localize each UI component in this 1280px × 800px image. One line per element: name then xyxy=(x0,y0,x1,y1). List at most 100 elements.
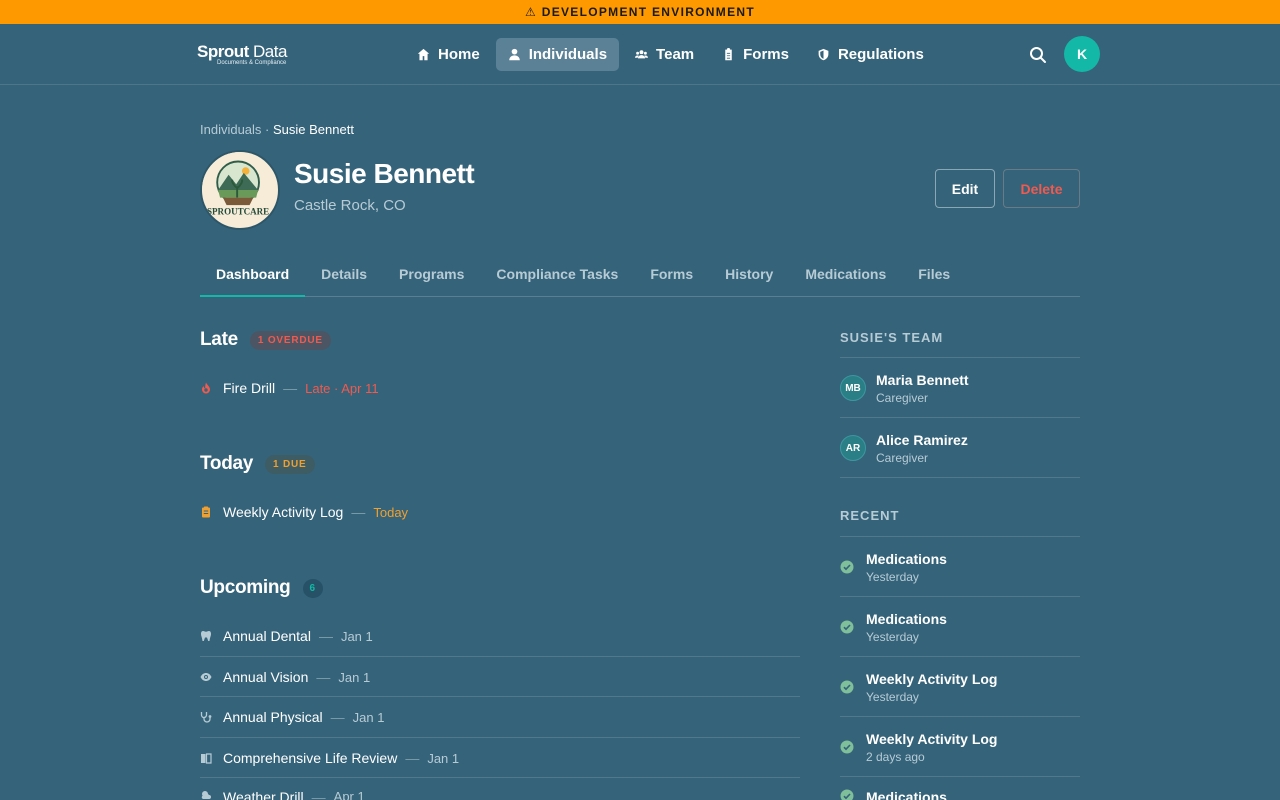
side-divider xyxy=(840,477,1080,478)
eye-icon xyxy=(200,671,212,683)
nav-item-label: Home xyxy=(438,46,480,63)
task-due: Apr 1 xyxy=(333,789,365,800)
recent-item[interactable]: Weekly Activity Log 2 days ago xyxy=(840,717,1080,777)
tab-compliance-tasks[interactable]: Compliance Tasks xyxy=(480,254,634,297)
tab-programs[interactable]: Programs xyxy=(383,254,480,297)
search-icon[interactable] xyxy=(1028,45,1048,65)
member-name: Maria Bennett xyxy=(876,371,969,388)
task-row-weather-drill[interactable]: Weather Drill — Apr 1 xyxy=(200,778,800,800)
nav-item-individuals[interactable]: Individuals xyxy=(495,38,620,71)
recent-item[interactable]: Medications Yesterday xyxy=(840,597,1080,657)
team-section-title: SUSIE'S TEAM xyxy=(840,330,944,345)
task-name: Annual Physical xyxy=(223,709,323,725)
team-member-maria-bennett[interactable]: MB Maria Bennett Caregiver xyxy=(840,358,1080,418)
brand-name-bold: Sprout xyxy=(197,42,249,61)
task-separator: — xyxy=(318,628,333,644)
tab-files[interactable]: Files xyxy=(902,254,966,297)
user-avatar[interactable]: K xyxy=(1064,36,1100,72)
member-role: Caregiver xyxy=(876,390,929,405)
task-row-fire-drill[interactable]: Fire Drill — Late · Apr 11 xyxy=(200,368,800,408)
late-title: Late xyxy=(200,329,238,350)
team-member-alice-ramirez[interactable]: AR Alice Ramirez Caregiver xyxy=(840,418,1080,478)
nav-item-home[interactable]: Home xyxy=(405,38,492,71)
shield-icon xyxy=(818,48,829,61)
nav-item-label: Regulations xyxy=(837,46,924,63)
brand-name-light: Data xyxy=(248,42,287,61)
recent-item-time: Yesterday xyxy=(866,689,919,704)
upcoming-count-badge: 6 xyxy=(302,578,323,598)
member-name: Alice Ramirez xyxy=(876,431,968,448)
check-circle-icon xyxy=(840,740,854,754)
tab-history[interactable]: History xyxy=(709,254,789,297)
task-row-comprehensive-life-review[interactable]: Comprehensive Life Review — Jan 1 xyxy=(200,738,800,778)
check-circle-icon xyxy=(840,680,854,694)
task-name: Fire Drill xyxy=(223,380,276,396)
recent-item[interactable]: Medications Yesterday xyxy=(840,537,1080,597)
top-navbar: Sprout Data Documents & Compliance Home … xyxy=(0,24,1280,85)
task-due: Jan 1 xyxy=(352,709,385,725)
recent-item-title: Medications xyxy=(866,789,947,800)
task-separator: — xyxy=(405,750,420,766)
recent-item[interactable]: Medications xyxy=(840,777,1080,800)
person-icon xyxy=(508,48,520,61)
stethoscope-icon xyxy=(200,711,212,723)
recent-item-time: Yesterday xyxy=(866,569,919,584)
nav-item-label: Team xyxy=(656,46,695,63)
check-circle-icon xyxy=(840,620,854,634)
task-due: Today xyxy=(373,504,409,520)
today-title: Today xyxy=(200,453,254,474)
brand-logo[interactable]: Sprout Data Documents & Compliance xyxy=(197,43,297,69)
task-row-annual-physical[interactable]: Annual Physical — Jan 1 xyxy=(200,697,800,737)
task-name: Weather Drill xyxy=(223,789,304,800)
nav-item-label: Forms xyxy=(743,46,789,63)
profile-tabs: Dashboard Details Programs Compliance Ta… xyxy=(200,254,1080,297)
task-row-annual-vision[interactable]: Annual Vision — Jan 1 xyxy=(200,657,800,697)
main-nav: Home Individuals Team Forms Regulations xyxy=(405,38,940,71)
book-icon xyxy=(200,752,212,764)
task-row-annual-dental[interactable]: Annual Dental — Jan 1 xyxy=(200,616,800,656)
task-separator: — xyxy=(330,709,345,725)
task-due: Jan 1 xyxy=(340,628,373,644)
breadcrumb-parent-link[interactable]: Individuals xyxy=(200,122,261,137)
edit-button[interactable]: Edit xyxy=(935,169,995,208)
task-name: Annual Vision xyxy=(223,669,309,685)
today-section-header: Today 1 DUE xyxy=(200,453,315,475)
dev-environment-banner: ⚠ DEVELOPMENT ENVIRONMENT xyxy=(0,0,1280,24)
task-row-weekly-activity-log[interactable]: Weekly Activity Log — Today xyxy=(200,492,800,532)
upcoming-title: Upcoming xyxy=(200,577,291,598)
nav-item-regulations[interactable]: Regulations xyxy=(805,38,936,71)
team-icon xyxy=(635,50,649,59)
check-circle-icon xyxy=(840,789,854,800)
member-avatar: AR xyxy=(840,435,866,461)
task-name: Comprehensive Life Review xyxy=(223,750,398,766)
nav-item-team[interactable]: Team xyxy=(623,38,706,71)
member-role: Caregiver xyxy=(876,450,929,465)
task-due: Jan 1 xyxy=(427,750,460,766)
flame-icon xyxy=(200,382,212,394)
recent-item[interactable]: Weekly Activity Log Yesterday xyxy=(840,657,1080,717)
tab-details[interactable]: Details xyxy=(305,254,383,297)
home-icon xyxy=(417,48,430,61)
check-circle-icon xyxy=(840,560,854,574)
clipboard-icon xyxy=(200,506,212,518)
tooth-icon xyxy=(200,630,212,642)
delete-button[interactable]: Delete xyxy=(1003,169,1080,208)
task-separator: — xyxy=(311,789,326,800)
overdue-badge: 1 OVERDUE xyxy=(249,330,331,350)
tab-medications[interactable]: Medications xyxy=(789,254,902,297)
task-due: Jan 1 xyxy=(338,669,371,685)
logo-wordmark: SPROUTCARE xyxy=(207,207,269,217)
individual-avatar-logo: SPROUTCARE xyxy=(200,150,280,230)
tab-forms[interactable]: Forms xyxy=(634,254,709,297)
recent-item-title: Medications xyxy=(866,550,947,567)
tab-dashboard[interactable]: Dashboard xyxy=(200,254,306,297)
recent-item-title: Weekly Activity Log xyxy=(866,670,998,687)
task-separator: — xyxy=(351,504,366,520)
nav-item-forms[interactable]: Forms xyxy=(710,38,801,71)
weather-icon xyxy=(200,789,212,800)
task-name: Annual Dental xyxy=(223,628,311,644)
recent-item-time: Yesterday xyxy=(866,629,919,644)
recent-item-title: Weekly Activity Log xyxy=(866,730,998,747)
task-separator: — xyxy=(283,380,298,396)
recent-item-title: Medications xyxy=(866,610,947,627)
